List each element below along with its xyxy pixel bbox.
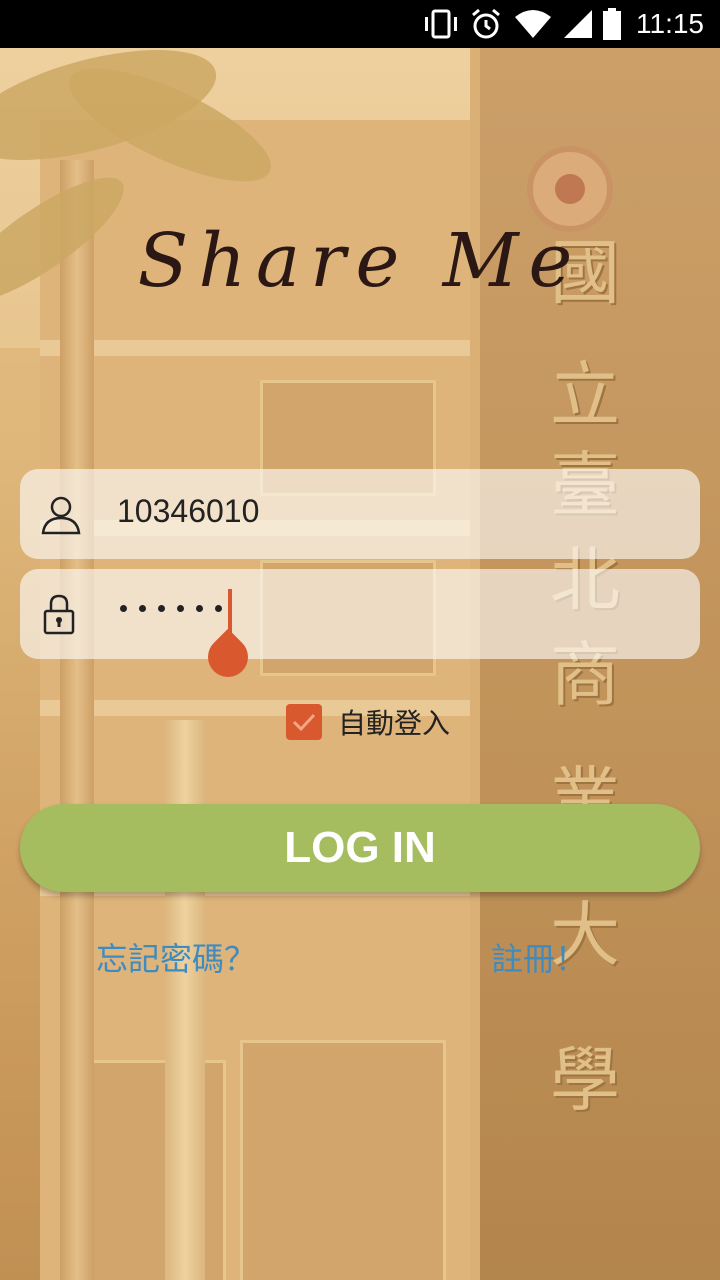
lock-icon xyxy=(43,594,75,635)
username-value: 10346010 xyxy=(117,493,260,529)
battery-icon xyxy=(603,8,621,40)
vibrate-icon xyxy=(425,9,457,39)
password-masked-value xyxy=(120,605,222,612)
username-field[interactable]: 10346010 xyxy=(20,469,700,559)
wifi-icon xyxy=(515,10,551,38)
auto-login-label: 自動登入 xyxy=(338,707,451,740)
app-title: Share Me xyxy=(137,218,583,304)
alarm-icon xyxy=(472,8,500,39)
cellular-signal-icon xyxy=(564,10,592,38)
auto-login-checkbox[interactable] xyxy=(286,704,322,740)
user-icon xyxy=(41,496,81,535)
auto-login-option[interactable]: 自動登入 xyxy=(286,702,450,742)
clock: 11:15 xyxy=(636,8,704,39)
password-field[interactable] xyxy=(20,569,700,686)
forgot-password-link[interactable]: 忘記密碼？ xyxy=(96,934,256,980)
status-bar: 11:15 xyxy=(0,0,720,48)
login-button[interactable]: LOG IN xyxy=(20,804,700,892)
checkmark-icon xyxy=(292,713,316,732)
register-link[interactable]: 註冊！ xyxy=(491,934,587,980)
